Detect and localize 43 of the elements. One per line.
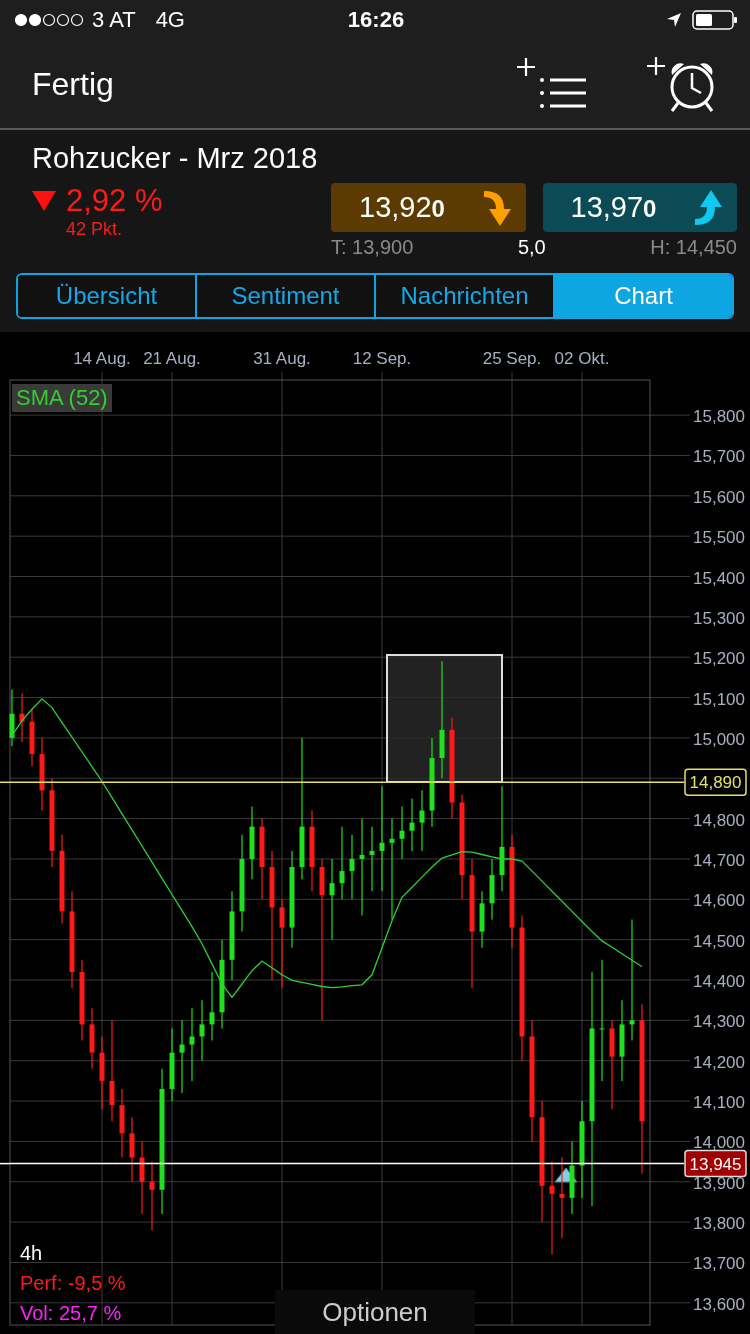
date-axis-label: 12 Sep. — [352, 349, 412, 368]
price-axis-label: 14,800 — [693, 810, 745, 830]
ref-line-label: 14,890 — [689, 773, 742, 793]
price-axis-label: 14,500 — [693, 931, 745, 951]
price-axis-label: 15,800 — [693, 407, 745, 427]
volatility-label: Vol: 25,7 % — [20, 1301, 123, 1326]
instrument-title: Rohzucker - Mrz 2018 — [31, 142, 319, 175]
network-type: 4G — [155, 7, 185, 33]
price-axis-label: 14,600 — [693, 891, 745, 911]
change-percent: 2,92 % — [66, 183, 163, 219]
ref-line-label: 13,945 — [689, 1154, 742, 1174]
date-axis-label: 25 Sep. — [482, 349, 542, 368]
timeframe-label: 4h — [20, 1241, 44, 1266]
date-axis-label: 31 Aug. — [253, 349, 311, 368]
price-axis-label: 15,400 — [693, 568, 745, 588]
price-axis-label: 15,700 — [693, 447, 745, 467]
price-axis-label: 14,700 — [693, 850, 745, 870]
price-axis-label: 15,300 — [693, 608, 745, 628]
change-points: 42 Pkt. — [65, 219, 124, 240]
clock-time: 16:26 — [347, 7, 405, 33]
price-axis-label: 14,400 — [693, 972, 745, 991]
date-axis-label: 02 Okt. — [554, 349, 610, 368]
price-axis-label: 15,200 — [693, 649, 745, 669]
price-axis-label: 14,300 — [693, 1012, 745, 1032]
low-price: T: 13,900 — [331, 236, 414, 259]
carrier-name: 3 AT — [92, 7, 136, 33]
price-axis-label: 15,100 — [693, 689, 745, 709]
high-price: H: 14,450 — [650, 236, 737, 259]
price-axis-label: 14,200 — [693, 1052, 745, 1072]
price-axis-label: 15,500 — [693, 528, 745, 548]
price-axis-label: 14,100 — [693, 1093, 745, 1113]
price-axis-label: 15,000 — [693, 729, 745, 749]
price-axis-label: 13,600 — [693, 1294, 745, 1314]
spread-value: 5,0 — [517, 236, 546, 259]
date-axis-label: 14 Aug. — [73, 349, 131, 368]
price-line-label: 13,945 — [684, 1149, 747, 1178]
price-axis-label: 13,800 — [693, 1214, 745, 1234]
price-line-label: 14,890 — [684, 768, 747, 797]
indicator-label: SMA (52) — [12, 384, 112, 412]
price-axis-label: 15,600 — [693, 487, 745, 507]
price-axis-label: 13,700 — [693, 1254, 745, 1274]
performance-label: Perf: -9,5 % — [20, 1271, 126, 1296]
date-axis-label: 21 Aug. — [143, 349, 201, 368]
